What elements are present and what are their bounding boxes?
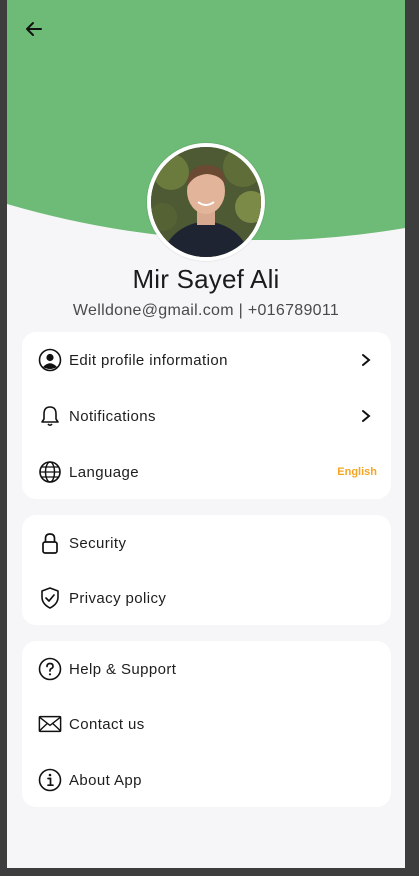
profile-screen: Mir Sayef Ali Welldone@gmail.com | +0167… bbox=[7, 0, 405, 868]
notifications-label: Notifications bbox=[69, 407, 156, 425]
contact-us-row[interactable]: Contact us bbox=[22, 696, 391, 752]
about-app-label: About App bbox=[69, 771, 142, 789]
support-card: Help & Support Contact us About App bbox=[22, 641, 391, 807]
globe-icon bbox=[38, 460, 62, 484]
language-row[interactable]: Language English bbox=[22, 444, 391, 500]
help-support-row[interactable]: Help & Support bbox=[22, 641, 391, 697]
chevron-right-icon bbox=[359, 353, 373, 367]
back-button[interactable] bbox=[19, 14, 49, 44]
profile-name: Mir Sayef Ali bbox=[132, 264, 280, 294]
profile-contact: Welldone@gmail.com | +016789011 bbox=[72, 302, 340, 319]
info-circle-icon bbox=[38, 768, 62, 792]
edit-profile-label: Edit profile information bbox=[69, 351, 228, 369]
language-value: English bbox=[337, 466, 377, 478]
security-card: Security Privacy policy bbox=[22, 515, 391, 625]
avatar-frame bbox=[147, 143, 265, 261]
help-support-label: Help & Support bbox=[69, 660, 177, 678]
notifications-row[interactable]: Notifications bbox=[22, 388, 391, 444]
edit-profile-row[interactable]: Edit profile information bbox=[22, 332, 391, 388]
shield-check-icon bbox=[38, 586, 62, 610]
privacy-policy-label: Privacy policy bbox=[69, 589, 167, 607]
language-label: Language bbox=[69, 463, 139, 481]
avatar[interactable] bbox=[151, 147, 261, 257]
account-settings-card: Edit profile information Notifications L… bbox=[22, 332, 391, 499]
user-circle-icon bbox=[38, 348, 62, 372]
chevron-right-icon bbox=[359, 409, 373, 423]
mail-icon bbox=[38, 712, 62, 736]
arrow-left-icon bbox=[24, 19, 44, 39]
question-circle-icon bbox=[38, 657, 62, 681]
security-label: Security bbox=[69, 534, 127, 552]
security-row[interactable]: Security bbox=[22, 515, 391, 571]
bell-icon bbox=[38, 404, 62, 428]
privacy-policy-row[interactable]: Privacy policy bbox=[22, 570, 391, 626]
lock-icon bbox=[38, 531, 62, 555]
about-app-row[interactable]: About App bbox=[22, 752, 391, 808]
contact-us-label: Contact us bbox=[69, 715, 145, 733]
